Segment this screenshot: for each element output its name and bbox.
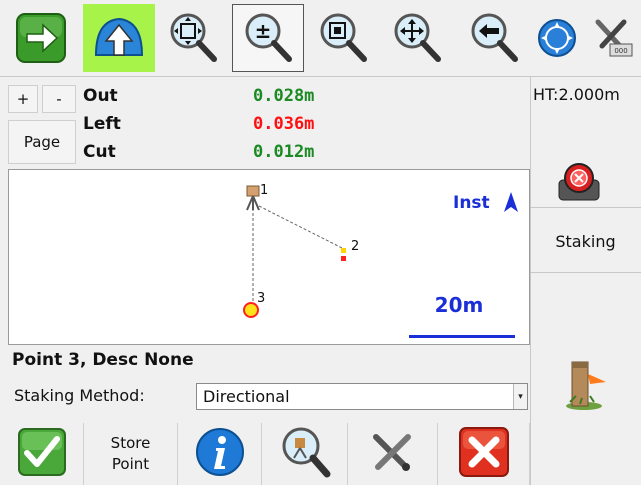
staking-method-select[interactable]: Directional ▾ [196, 383, 528, 410]
accept-button[interactable] [0, 423, 84, 485]
tools-button[interactable]: 000 [586, 4, 638, 72]
tools-icon [368, 427, 418, 481]
target-prism-button[interactable] [555, 160, 603, 208]
scale-label: 20m [435, 293, 484, 317]
pan-button[interactable] [382, 4, 452, 72]
left-value: 0.036m [253, 114, 315, 134]
zoom-window-icon [316, 11, 370, 65]
zoom-in-out-icon: ± [241, 11, 295, 65]
scale-bar [409, 335, 515, 338]
staking-button[interactable]: Staking [530, 232, 641, 251]
right-separator-2 [530, 272, 641, 273]
instrument-height: HT:2.000m [533, 85, 620, 104]
instrument-point-1[interactable] [246, 185, 260, 211]
right-separator-1 [530, 207, 641, 208]
survey-app: ± 000 + - Page Out 0.028m Left 0.036m Cu… [0, 0, 641, 485]
search-point-button[interactable] [262, 423, 348, 485]
point-2-label: 2 [351, 239, 359, 254]
page-button[interactable]: Page [8, 120, 76, 164]
info-icon [194, 426, 246, 482]
stake-button[interactable] [556, 352, 612, 416]
zoom-window-button[interactable] [312, 4, 374, 72]
point-info: Point 3, Desc None [12, 350, 194, 370]
staking-method-label: Staking Method: [14, 386, 145, 405]
store-point-button[interactable]: Store Point [84, 423, 178, 485]
next-arrow-icon [15, 12, 67, 64]
line-1-2 [258, 205, 343, 249]
north-arrow-icon [504, 192, 518, 212]
accept-check-icon [17, 427, 67, 481]
cut-label: Cut [83, 142, 116, 162]
navigation-button[interactable] [532, 4, 582, 72]
svg-text:±: ± [255, 19, 272, 43]
point-3-label: 3 [257, 291, 265, 306]
staking-method-value: Directional [203, 387, 290, 406]
zoom-extents-icon [166, 11, 220, 65]
zoom-extents-button[interactable] [162, 4, 224, 72]
bottom-toolbar: Store Point [0, 423, 530, 485]
tools-icon: 000 [590, 16, 634, 60]
search-point-icon [277, 424, 333, 484]
close-x-icon [458, 426, 510, 482]
minus-button[interactable]: - [42, 85, 76, 113]
next-button[interactable] [8, 4, 74, 72]
close-button[interactable] [438, 423, 530, 485]
svg-text:000: 000 [614, 47, 627, 55]
map-canvas: 1 2 3 Inst 20m [243, 183, 518, 338]
map-view[interactable]: 1 2 3 Inst 20m [8, 169, 530, 345]
out-label: Out [83, 86, 118, 106]
store-label: Store [110, 434, 151, 452]
info-button[interactable] [178, 423, 262, 485]
top-toolbar: ± 000 [0, 0, 641, 77]
point-2-marker[interactable] [341, 248, 346, 261]
stake-icon [556, 361, 612, 416]
upload-button[interactable] [83, 4, 155, 72]
zoom-in-out-button[interactable]: ± [232, 4, 304, 72]
plus-button[interactable]: + [8, 85, 38, 113]
tools-bottom-button[interactable] [348, 423, 438, 485]
target-prism-icon [555, 163, 603, 208]
inst-mode-label: Inst [453, 193, 490, 213]
point-label: Point [111, 455, 150, 473]
dropdown-arrow-icon[interactable]: ▾ [513, 384, 527, 409]
upload-arrow-icon [92, 11, 146, 65]
point-3-marker[interactable] [243, 302, 259, 318]
out-value: 0.028m [253, 86, 315, 106]
left-label: Left [83, 114, 121, 134]
zoom-previous-button[interactable] [460, 4, 528, 72]
point-1-label: 1 [260, 183, 268, 198]
navigation-globe-icon [535, 16, 579, 60]
cut-value: 0.012m [253, 142, 315, 162]
pan-icon [390, 11, 444, 65]
right-panel [530, 77, 641, 485]
zoom-previous-icon [467, 11, 521, 65]
